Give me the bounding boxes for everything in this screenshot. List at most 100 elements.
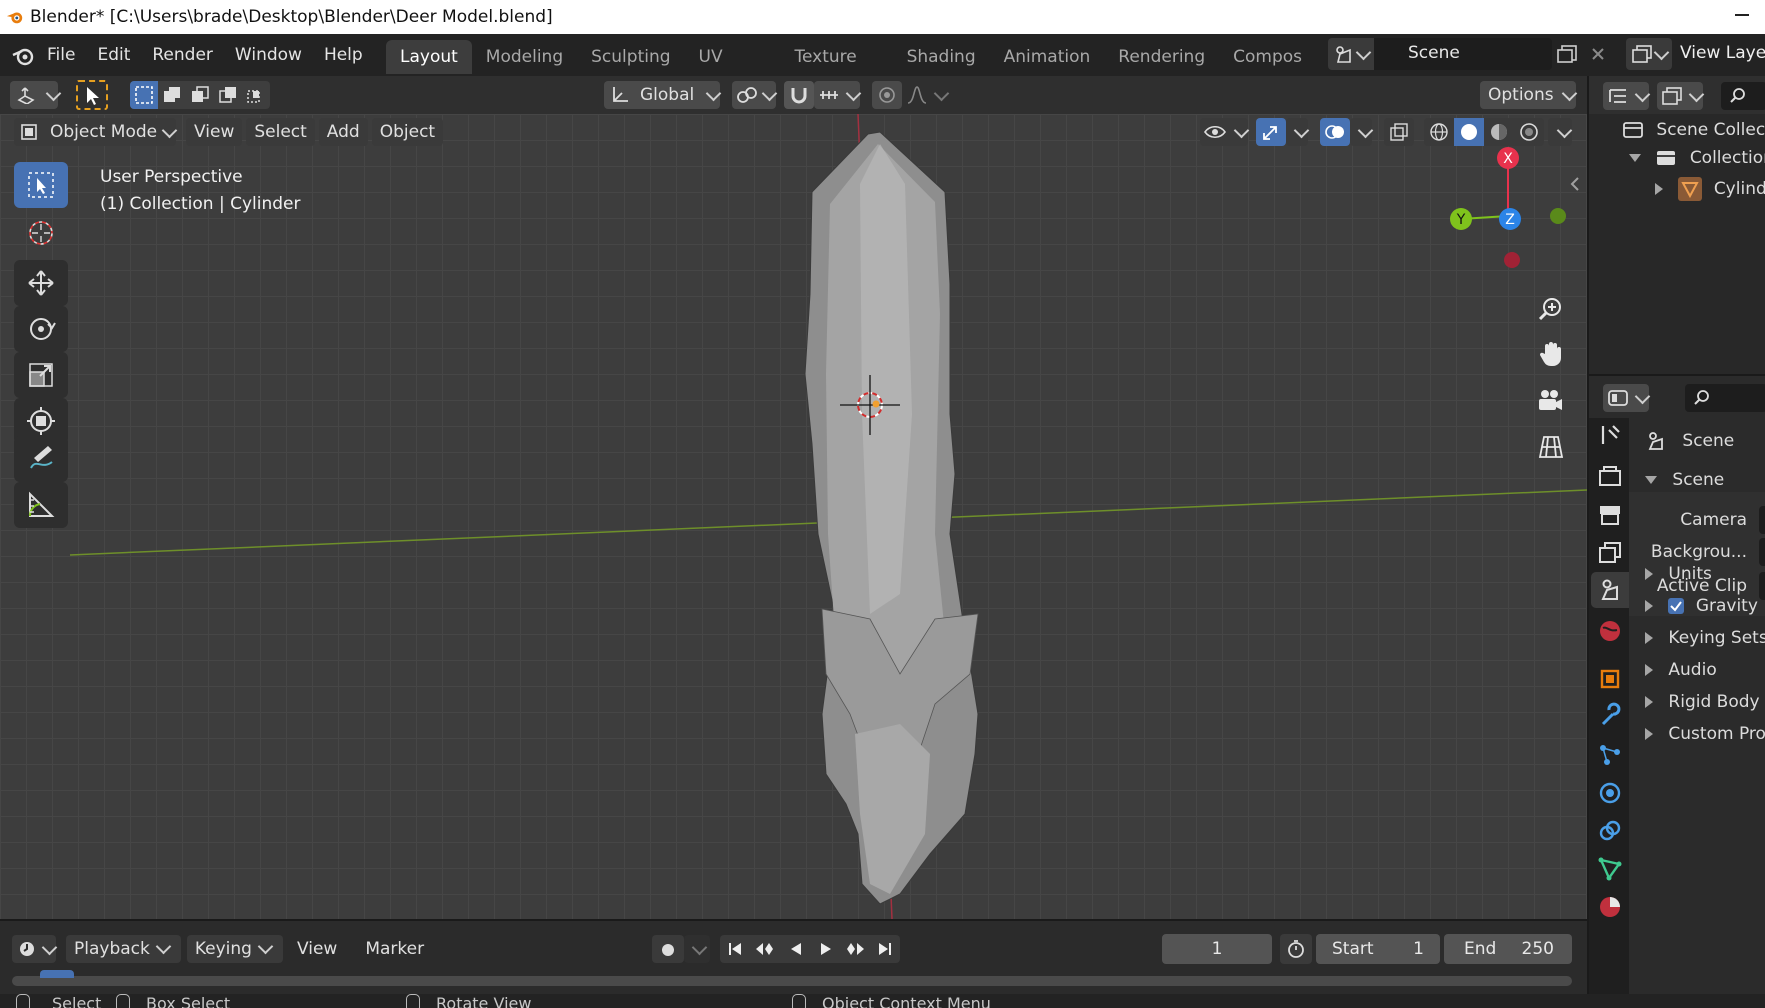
editor-type-button[interactable] (10, 81, 62, 109)
tab-animation[interactable]: Animation (990, 40, 1105, 74)
expand-arrow-icon[interactable] (1629, 154, 1641, 162)
tab-texture-paint[interactable]: Texture Paint (781, 40, 893, 74)
gizmo-toggle[interactable] (1256, 118, 1286, 146)
outliner-editor-type-button[interactable] (1603, 82, 1651, 110)
select-box-tool[interactable] (14, 162, 68, 208)
viewport-menu-select[interactable]: Select (246, 118, 315, 146)
tab-sculpting[interactable]: Sculpting (577, 40, 684, 74)
preview-range-toggle[interactable] (1280, 934, 1312, 964)
properties-search-field[interactable] (1685, 384, 1765, 412)
transform-orientation-dropdown[interactable]: Global (604, 81, 722, 109)
rendered-shading[interactable] (1514, 118, 1544, 146)
timeline-menu-marker[interactable]: Marker (357, 935, 432, 963)
proportional-editing-toggle[interactable] (872, 81, 902, 109)
camera-field[interactable] (1759, 506, 1765, 534)
tab-layout[interactable]: Layout (386, 40, 472, 74)
display-mode-button[interactable] (1657, 82, 1705, 110)
panel-keying-sets[interactable]: Keying Sets (1645, 628, 1765, 648)
rotate-tool[interactable] (14, 306, 68, 352)
menu-window[interactable]: Window (224, 40, 313, 70)
scene-browse-button[interactable] (1328, 38, 1374, 70)
tab-modeling[interactable]: Modeling (472, 40, 577, 74)
gizmo-dropdown[interactable] (1286, 118, 1310, 146)
scene-name-field[interactable]: Scene (1374, 38, 1552, 70)
overlays-toggle[interactable] (1320, 118, 1350, 146)
object-mode-dropdown[interactable]: Object Mode (14, 118, 178, 146)
current-frame-field[interactable]: 1 (1162, 934, 1272, 964)
object-tab-icon[interactable] (1595, 664, 1625, 694)
view-layer-browse-button[interactable] (1626, 38, 1672, 70)
panel-gravity[interactable]: Gravity (1645, 596, 1758, 616)
data-tab-icon[interactable] (1595, 854, 1625, 884)
perspective-toggle-button[interactable] (1528, 424, 1572, 468)
viewport-menu-view[interactable]: View (186, 118, 243, 146)
select-difference-mode[interactable] (214, 81, 242, 109)
shading-dropdown[interactable] (1548, 118, 1573, 146)
move-tool[interactable] (14, 260, 68, 306)
scene-section-header[interactable]: Scene (1645, 470, 1724, 490)
active-tool-indicator[interactable] (76, 80, 108, 110)
3d-viewport[interactable]: User Perspective (1) Collection | Cylind… (0, 114, 1587, 919)
properties-editor-type-button[interactable] (1603, 384, 1651, 412)
select-extend-mode[interactable] (158, 81, 186, 109)
particles-tab-icon[interactable] (1595, 740, 1625, 770)
view-layer-name[interactable]: View Layer (1680, 43, 1765, 63)
tab-shading[interactable]: Shading (893, 40, 990, 74)
new-scene-icon[interactable] (1556, 44, 1578, 64)
outliner-row-cylinder[interactable]: Cylinder (1655, 177, 1765, 201)
output-tab-icon[interactable] (1595, 500, 1625, 530)
menu-help[interactable]: Help (313, 40, 374, 70)
navigation-gizmo[interactable]: X Y Z (1440, 140, 1570, 270)
pivot-point-dropdown[interactable] (732, 81, 778, 109)
prev-keyframe-button[interactable] (750, 935, 780, 963)
blender-menu-icon[interactable] (12, 46, 34, 66)
world-tab-icon[interactable] (1595, 616, 1625, 646)
material-tab-icon[interactable] (1595, 892, 1625, 922)
constraints-tab-icon[interactable] (1595, 816, 1625, 846)
scene-tab-active[interactable] (1591, 572, 1629, 608)
auto-keying-toggle[interactable] (652, 935, 684, 963)
start-frame-field[interactable]: Start 1 (1316, 934, 1440, 964)
panel-rigid-body-world[interactable]: Rigid Body W (1645, 692, 1765, 712)
outliner-search-field[interactable] (1721, 82, 1765, 110)
menu-file[interactable]: File (36, 40, 86, 70)
jump-start-button[interactable] (720, 935, 750, 963)
pan-view-button[interactable] (1528, 332, 1572, 376)
panel-custom-properties[interactable]: Custom Prop (1645, 724, 1765, 744)
snap-toggle[interactable] (784, 81, 814, 109)
select-subtract-mode[interactable] (186, 81, 214, 109)
cursor-tool[interactable] (14, 210, 68, 256)
collapse-arrow-icon[interactable] (1655, 183, 1663, 195)
overlays-dropdown[interactable] (1350, 118, 1374, 146)
jump-end-button[interactable] (870, 935, 900, 963)
next-keyframe-button[interactable] (840, 935, 870, 963)
snap-target-dropdown[interactable] (814, 81, 862, 109)
play-reverse-button[interactable] (780, 935, 810, 963)
tab-uv-editing[interactable]: UV Editing (685, 40, 781, 74)
timeline-menu-playback[interactable]: Playback (66, 935, 181, 963)
outliner-row-collection[interactable]: Collection (1629, 148, 1765, 168)
background-field[interactable] (1759, 538, 1765, 566)
viewport-menu-add[interactable]: Add (318, 118, 368, 146)
play-button[interactable] (810, 935, 840, 963)
keying-set-dropdown[interactable] (684, 935, 710, 963)
minimize-icon[interactable] (1735, 6, 1751, 22)
select-new-mode[interactable] (130, 81, 158, 109)
panel-audio[interactable]: Audio (1645, 660, 1717, 680)
select-intersect-mode[interactable] (242, 81, 270, 109)
wireframe-shading[interactable] (1424, 118, 1454, 146)
tab-rendering[interactable]: Rendering (1104, 40, 1219, 74)
gravity-checkbox[interactable] (1668, 598, 1685, 614)
solid-shading[interactable] (1454, 118, 1484, 146)
modifier-wrench-icon[interactable] (1595, 702, 1625, 732)
end-frame-field[interactable]: End 250 (1444, 934, 1572, 964)
timeline-menu-view[interactable]: View (289, 935, 345, 963)
sidebar-toggle-arrow[interactable] (1568, 174, 1582, 194)
options-dropdown[interactable]: Options (1480, 81, 1578, 109)
camera-view-button[interactable] (1528, 378, 1572, 422)
render-tab-icon[interactable] (1595, 462, 1625, 492)
proportional-falloff-dropdown[interactable] (902, 81, 950, 109)
timeline-scrollbar[interactable] (12, 970, 1572, 986)
zoom-view-button[interactable] (1528, 286, 1572, 330)
panel-units[interactable]: Units (1645, 564, 1712, 584)
